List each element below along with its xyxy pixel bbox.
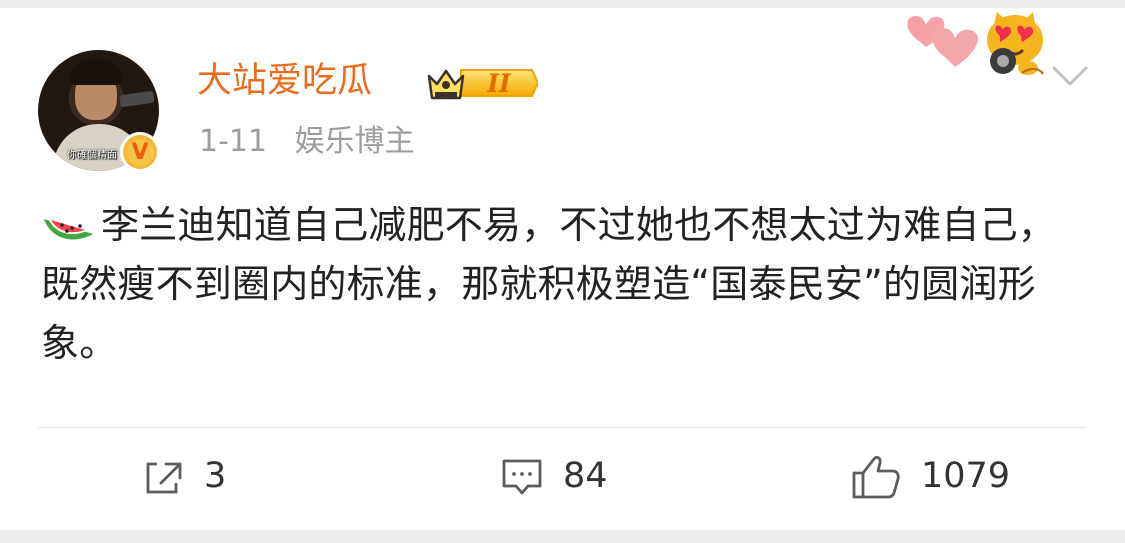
post-source: 娱乐博主 — [294, 124, 415, 159]
chevron-down-icon[interactable] — [1052, 58, 1088, 92]
avatar-gun — [119, 90, 155, 108]
comment-count: 84 — [563, 456, 608, 496]
verified-badge-text: V — [126, 138, 154, 166]
member-crown-badge[interactable]: II — [426, 63, 538, 103]
post-content: 李兰迪知道自己减肥不易，不过她也不想太过为难自己，既然瘦不到圈内的标准，那就积极… — [41, 196, 1086, 373]
like-count: 1079 — [921, 456, 1011, 496]
comment-icon — [502, 459, 542, 495]
action-divider — [38, 427, 1086, 428]
like-button[interactable]: 1079 — [851, 446, 1010, 506]
post-text: 李兰迪知道自己减肥不易，不过她也不想太过为难自己，既然瘦不到圈内的标准，那就积极… — [41, 203, 1057, 365]
avatar-caption: 你確個精面 — [67, 150, 117, 161]
verified-badge: V — [120, 132, 160, 172]
avatar-hair — [70, 60, 122, 85]
username[interactable]: 大站爱吃瓜 — [197, 57, 372, 105]
repost-count: 3 — [204, 456, 227, 496]
feed-gap-bottom — [0, 530, 1125, 543]
comment-button[interactable]: 84 — [501, 446, 608, 506]
cat-heart-sticker — [907, 12, 1044, 75]
member-level-text: II — [486, 69, 512, 98]
post-meta: 1-11 娱乐博主 — [199, 122, 415, 162]
repost-button[interactable]: 3 — [144, 446, 226, 506]
thumbs-up-icon — [852, 455, 900, 499]
watermelon-icon — [44, 219, 93, 240]
repost-icon — [146, 462, 182, 494]
post-date: 1-11 — [199, 124, 268, 159]
